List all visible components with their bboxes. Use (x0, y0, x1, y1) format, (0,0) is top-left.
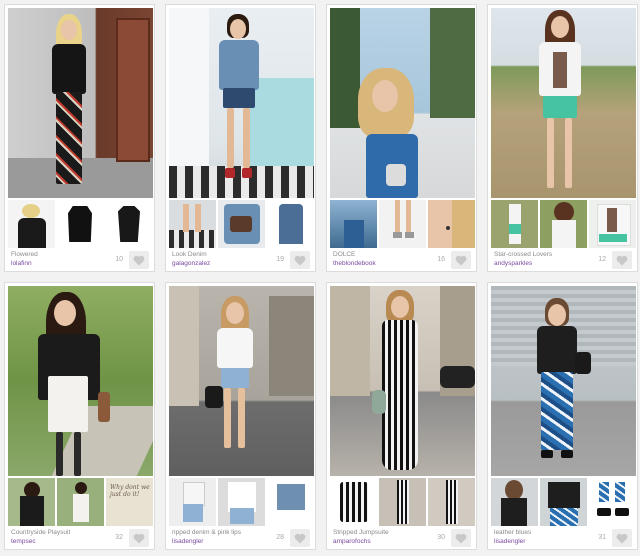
item-thumb[interactable] (8, 478, 55, 526)
item-thumb[interactable] (491, 478, 538, 526)
look-items (330, 200, 475, 248)
look-card[interactable]: Why dont we just do it! Countryside Play… (4, 282, 155, 550)
item-thumb[interactable] (589, 478, 636, 526)
item-thumb[interactable] (491, 200, 538, 248)
item-thumb[interactable]: Why dont we just do it! (106, 478, 153, 526)
look-title: ripped denim & pink lips (172, 529, 242, 536)
item-thumb[interactable] (169, 478, 216, 526)
heart-icon (455, 255, 467, 265)
like-button[interactable] (612, 251, 632, 269)
item-thumb[interactable] (106, 200, 153, 248)
item-thumb[interactable] (428, 200, 475, 248)
item-thumb[interactable] (540, 200, 587, 248)
author-link[interactable]: lisadengler (494, 538, 525, 545)
like-count: 28 (276, 534, 284, 541)
like-count: 32 (115, 534, 123, 541)
heart-icon (133, 533, 145, 543)
look-photo[interactable] (169, 8, 314, 198)
item-thumb[interactable] (57, 478, 104, 526)
look-photo[interactable] (330, 286, 475, 476)
like-count: 16 (437, 256, 445, 263)
look-card[interactable]: DOLCE theblondebook 16 (326, 4, 477, 272)
look-photo[interactable] (169, 286, 314, 476)
item-thumb[interactable] (379, 200, 426, 248)
like-count: 19 (276, 256, 284, 263)
like-button[interactable] (451, 529, 471, 547)
heart-icon (616, 255, 628, 265)
item-thumb[interactable] (267, 200, 314, 248)
item-thumb[interactable] (267, 478, 314, 526)
heart-icon (294, 533, 306, 543)
like-button[interactable] (290, 529, 310, 547)
look-items (491, 478, 636, 526)
look-items (8, 200, 153, 248)
like-button[interactable] (612, 529, 632, 547)
looks-grid: Flowered lolafinn 10 Look Denim galagonz… (4, 4, 638, 550)
like-button[interactable] (451, 251, 471, 269)
look-title: Countryside Playsuit (11, 529, 71, 536)
like-count: 12 (598, 256, 606, 263)
look-card[interactable]: ripped denim & pink lips lisadengler 28 (165, 282, 316, 550)
look-photo[interactable] (491, 286, 636, 476)
author-link[interactable]: tempsec (11, 538, 36, 545)
look-photo[interactable] (330, 8, 475, 198)
author-link[interactable]: galagonzalez (172, 260, 210, 267)
author-link[interactable]: lolafinn (11, 260, 32, 267)
look-title: Stripped Jumpsuite (333, 529, 389, 536)
look-photo[interactable] (491, 8, 636, 198)
heart-icon (294, 255, 306, 265)
look-items (169, 478, 314, 526)
look-title: Star-crossed Lovers (494, 251, 553, 258)
like-count: 31 (598, 534, 606, 541)
author-link[interactable]: theblondebook (333, 260, 376, 267)
look-items (330, 478, 475, 526)
like-count: 10 (115, 256, 123, 263)
heart-icon (616, 533, 628, 543)
item-thumb[interactable] (218, 200, 265, 248)
look-title: Flowered (11, 251, 38, 258)
item-thumb[interactable] (169, 200, 216, 248)
item-thumb[interactable] (330, 200, 377, 248)
author-link[interactable]: amparofochs (333, 538, 371, 545)
author-link[interactable]: lisadengler (172, 538, 203, 545)
look-card[interactable]: Star-crossed Lovers andysparkles 12 (487, 4, 638, 272)
item-thumb[interactable] (379, 478, 426, 526)
like-count: 30 (437, 534, 445, 541)
look-title: Look Denim (172, 251, 207, 258)
look-title: DOLCE (333, 251, 356, 258)
look-photo[interactable] (8, 8, 153, 198)
look-card[interactable]: Look Denim galagonzalez 19 (165, 4, 316, 272)
item-thumb[interactable] (589, 200, 636, 248)
look-items (169, 200, 314, 248)
like-button[interactable] (129, 251, 149, 269)
like-button[interactable] (290, 251, 310, 269)
item-thumb[interactable] (218, 478, 265, 526)
look-items: Why dont we just do it! (8, 478, 153, 526)
heart-icon (455, 533, 467, 543)
author-link[interactable]: andysparkles (494, 260, 532, 267)
item-thumb[interactable] (428, 478, 475, 526)
thumb-caption: Why dont we just do it! (110, 484, 150, 498)
item-thumb[interactable] (8, 200, 55, 248)
look-card[interactable]: Flowered lolafinn 10 (4, 4, 155, 272)
like-button[interactable] (129, 529, 149, 547)
item-thumb[interactable] (540, 478, 587, 526)
look-card[interactable]: leather blues lisadengler 31 (487, 282, 638, 550)
item-thumb[interactable] (330, 478, 377, 526)
item-thumb[interactable] (57, 200, 104, 248)
look-title: leather blues (494, 529, 532, 536)
heart-icon (133, 255, 145, 265)
look-card[interactable]: Stripped Jumpsuite amparofochs 30 (326, 282, 477, 550)
look-items (491, 200, 636, 248)
look-photo[interactable] (8, 286, 153, 476)
